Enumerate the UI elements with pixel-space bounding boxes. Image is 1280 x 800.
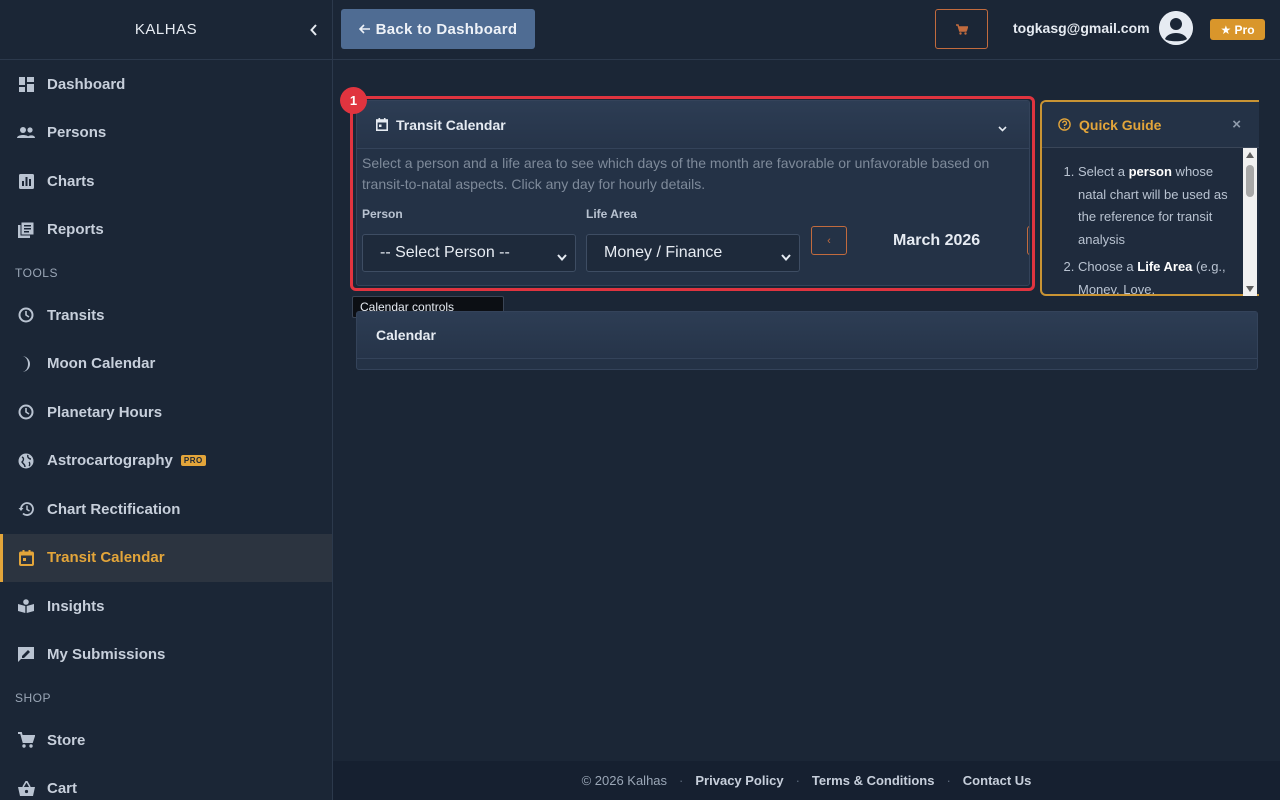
close-icon[interactable]: × — [1232, 116, 1241, 133]
sidebar: KALHAS Dashboard Persons Charts Reports … — [0, 0, 333, 800]
footer-separator: · — [946, 773, 951, 788]
clock-icon — [17, 306, 35, 324]
calendar-card: Calendar — [356, 311, 1258, 370]
sidebar-item-label: Astrocartography — [47, 452, 173, 470]
sidebar-item-moon-calendar[interactable]: Moon Calendar — [0, 340, 332, 389]
feedback-icon — [17, 646, 35, 664]
pro-badge: PRO — [180, 455, 206, 467]
brand: KALHAS — [0, 0, 332, 60]
arrow-left-icon — [358, 24, 370, 34]
sidebar-item-my-submissions[interactable]: My Submissions — [0, 631, 332, 680]
people-icon — [17, 124, 35, 142]
sidebar-item-label: Persons — [47, 124, 107, 142]
sidebar-item-transit-calendar[interactable]: Transit Calendar — [0, 533, 332, 582]
footer-separator: · — [795, 773, 800, 788]
moon-icon — [17, 355, 35, 373]
cart-icon — [955, 23, 968, 35]
sidebar-item-label: My Submissions — [47, 646, 166, 664]
avatar[interactable] — [1159, 11, 1193, 45]
sidebar-item-label: Store — [47, 731, 86, 749]
sidebar-item-chart-rectification[interactable]: Chart Rectification — [0, 485, 332, 534]
back-button-label: Back to Dashboard — [375, 20, 518, 38]
user-icon — [1159, 11, 1193, 45]
calendar-card-title: Calendar — [357, 312, 1257, 359]
sidebar-item-reports[interactable]: Reports — [0, 206, 332, 255]
guide-step: Select a person whose natal chart will b… — [1078, 161, 1242, 251]
cart-button[interactable] — [935, 9, 988, 49]
history-icon — [17, 500, 35, 518]
guide-steps: Select a person whose natal chart will b… — [1042, 148, 1242, 294]
reports-icon — [17, 221, 35, 239]
book-icon — [17, 597, 35, 615]
cart-icon — [17, 731, 35, 749]
sidebar-item-label: Charts — [47, 172, 95, 190]
sidebar-item-label: Transits — [47, 306, 105, 324]
sidebar-item-astrocartography[interactable]: Astrocartography PRO — [0, 437, 332, 486]
bar-chart-icon — [17, 172, 35, 190]
scroll-thumb[interactable] — [1246, 165, 1254, 197]
guide-text: Choose a — [1078, 259, 1138, 274]
scroll-up-icon[interactable] — [1246, 152, 1254, 158]
sidebar-item-store[interactable]: Store — [0, 716, 332, 765]
dashboard-icon — [17, 75, 35, 93]
sidebar-item-label: Transit Calendar — [47, 549, 165, 567]
sidebar-item-transits[interactable]: Transits — [0, 291, 332, 340]
sidebar-item-label: Insights — [47, 597, 105, 615]
guide-scrollbar[interactable] — [1243, 148, 1257, 296]
globe-icon — [17, 452, 35, 470]
quick-guide-header: Quick Guide × — [1042, 102, 1259, 148]
clock-icon — [17, 403, 35, 421]
sidebar-item-cart[interactable]: Cart — [0, 765, 332, 800]
quick-guide-panel: Quick Guide × Select a person whose nata… — [1040, 100, 1259, 296]
sidebar-item-persons[interactable]: Persons — [0, 109, 332, 158]
quick-guide-body: Select a person whose natal chart will b… — [1042, 148, 1242, 294]
sidebar-item-charts[interactable]: Charts — [0, 157, 332, 206]
calendar-icon — [17, 549, 35, 567]
section-label-shop: SHOP — [15, 690, 52, 705]
sidebar-item-label: Planetary Hours — [47, 403, 163, 421]
brand-name: KALHAS — [134, 21, 198, 38]
user-email[interactable]: togkasg@gmail.com — [1013, 20, 1150, 36]
sidebar-item-insights[interactable]: Insights — [0, 582, 332, 631]
step-marker: 1 — [340, 87, 367, 114]
sidebar-item-dashboard[interactable]: Dashboard — [0, 60, 332, 109]
sidebar-item-label: Cart — [47, 780, 78, 798]
privacy-policy-link[interactable]: Privacy Policy — [695, 773, 783, 788]
basket-icon — [17, 780, 35, 798]
guide-step: Choose a Life Area (e.g., Money, Love, — [1078, 256, 1242, 294]
back-to-dashboard-button[interactable]: Back to Dashboard — [341, 9, 535, 49]
highlight-box — [350, 96, 1035, 291]
quick-guide-title: Quick Guide — [1079, 116, 1162, 133]
copyright: © 2026 Kalhas — [581, 773, 668, 788]
guide-bold-text: person — [1128, 164, 1172, 179]
topbar: Back to Dashboard togkasg@gmail.com ★ Pr… — [333, 0, 1280, 60]
help-circle-icon — [1058, 118, 1071, 131]
section-label-tools: TOOLS — [15, 265, 58, 280]
sidebar-item-label: Moon Calendar — [47, 355, 156, 373]
sidebar-item-label: Dashboard — [47, 75, 126, 93]
sidebar-item-planetary-hours[interactable]: Planetary Hours — [0, 388, 332, 437]
contact-link[interactable]: Contact Us — [963, 773, 1032, 788]
guide-text: Select a — [1078, 164, 1129, 179]
guide-bold-text: Life Area — [1137, 259, 1193, 274]
footer: © 2026 Kalhas · Privacy Policy · Terms &… — [333, 761, 1280, 800]
scroll-down-icon[interactable] — [1246, 286, 1254, 292]
footer-separator: · — [679, 773, 684, 788]
pro-status-badge: ★ Pro — [1210, 19, 1265, 40]
chevron-left-icon — [310, 24, 317, 36]
terms-link[interactable]: Terms & Conditions — [812, 773, 935, 788]
sidebar-item-label: Chart Rectification — [47, 500, 181, 518]
collapse-sidebar-button[interactable] — [308, 22, 320, 38]
sidebar-item-label: Reports — [47, 221, 104, 239]
